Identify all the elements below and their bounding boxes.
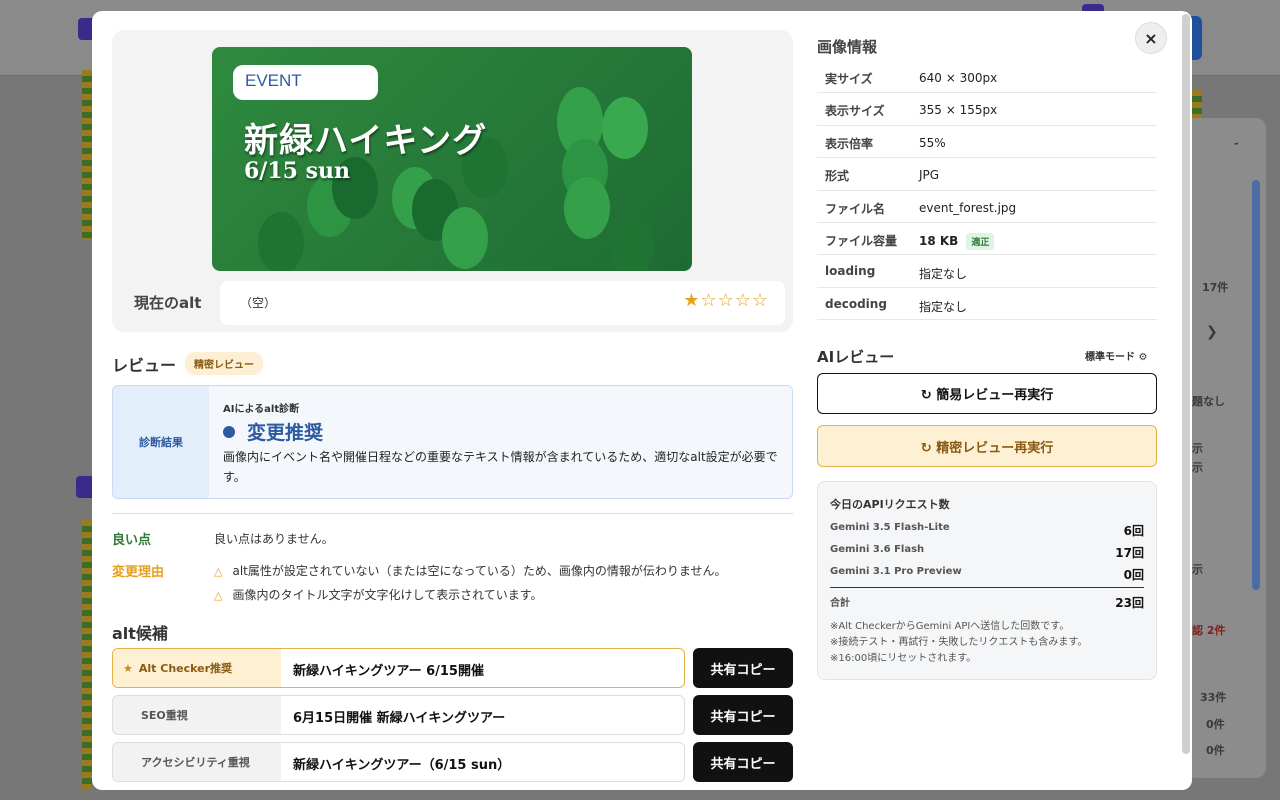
api-usage-panel: 今日のAPIリクエスト数 Gemini 3.5 Flash-Lite 6回 Gem… — [817, 481, 1157, 680]
backdrop-chevron-icon: ❯ — [1206, 324, 1218, 340]
candidate-value: 新緑ハイキングツアー 6/15開催 — [293, 664, 484, 679]
current-alt-box: （空） ★☆☆☆☆ — [220, 281, 785, 325]
backdrop-count: 33件 — [1200, 691, 1227, 704]
backdrop-scrollbar — [1252, 180, 1260, 590]
backdrop-text: 示 — [1192, 563, 1203, 576]
alt-candidate-recommended[interactable]: ★ Alt Checker推奨 新緑ハイキングツアー 6/15開催 — [112, 648, 685, 688]
backdrop-text: 示 — [1192, 442, 1203, 455]
image-preview-panel: EVENT 新緑ハイキング 6/15 sun 現在のalt （空） ★☆☆☆☆ — [112, 30, 793, 332]
close-button[interactable]: × — [1135, 22, 1167, 54]
backdrop-strip — [1192, 90, 1202, 120]
info-row: ファイル名 event_forest.jpg — [817, 191, 1157, 223]
precise-review-rerun-button[interactable]: ↻ 精密レビュー再実行 — [817, 425, 1157, 467]
candidate-kind: ★ Alt Checker推奨 — [113, 649, 281, 687]
change-reason-label: 変更理由 — [112, 565, 165, 580]
candidate-value: 6月15日開催 新緑ハイキングツアー — [293, 711, 506, 726]
diagnosis-side-label: 診断結果 — [113, 386, 209, 498]
diagnosis-result: 変更推奨 — [223, 418, 323, 445]
warning-triangle-icon: △ — [214, 589, 223, 602]
backdrop-minus: - — [1234, 137, 1239, 150]
banner-tag: EVENT — [233, 65, 378, 100]
rating-stars-icon: ★☆☆☆☆ — [683, 290, 769, 311]
copy-button[interactable]: 共有コピー — [693, 648, 793, 688]
api-usage-title: 今日のAPIリクエスト数 — [830, 498, 950, 511]
image-detail-modal: × EVENT 新緑ハイキング 6/15 sun 現在のalt （空） ★☆☆☆… — [92, 11, 1192, 790]
banner-title: 新緑ハイキング — [244, 121, 488, 161]
diagnosis-result-text: 変更推奨 — [247, 422, 324, 444]
image-info-title: 画像情報 — [817, 38, 878, 56]
diagnosis-box: 診断結果 AIによるalt診断 変更推奨 画像内にイベント名や開催日程などの重要… — [112, 385, 793, 499]
api-notes: ※Alt CheckerからGemini APIへ送信した回数です。 ※接続テス… — [830, 621, 1088, 664]
size-ok-badge: 適正 — [966, 232, 995, 250]
banner-date: 6/15 sun — [244, 158, 350, 184]
candidate-kind: SEO重視 — [113, 696, 281, 734]
backdrop-count: 0件 — [1206, 744, 1225, 757]
reason-item: △ 画像内のタイトル文字が文字化けして表示されています。 — [214, 588, 543, 602]
info-row: 実サイズ 640 × 300px — [817, 61, 1157, 94]
api-row: Gemini 3.5 Flash-Lite 6回 — [830, 522, 1144, 538]
ai-review-title: AIレビュー — [817, 348, 895, 366]
api-divider — [830, 587, 1144, 588]
diagnosis-message: 画像内にイベント名や開催日程などの重要なテキスト情報が含まれているため、適切なa… — [223, 450, 778, 484]
info-row: ファイル容量 18 KB 適正 — [817, 223, 1157, 256]
api-total-row: 合計 23回 — [830, 596, 1144, 610]
copy-button[interactable]: 共有コピー — [693, 695, 793, 735]
current-alt-value: （空） — [240, 296, 277, 310]
warning-triangle-icon: △ — [214, 565, 223, 578]
review-title: レビュー — [112, 356, 177, 375]
candidate-value: 新緑ハイキングツアー（6/15 sun） — [293, 758, 511, 773]
current-alt-label: 現在のalt — [134, 294, 202, 312]
backdrop-count: 17件 — [1202, 281, 1229, 294]
review-mode-badge: 精密レビュー — [185, 352, 263, 375]
backdrop-text: 題なし — [1192, 395, 1225, 408]
divider — [112, 513, 793, 514]
status-dot-icon — [223, 425, 235, 438]
review-mode-toggle[interactable]: 標準モード ⚙ — [1085, 348, 1147, 363]
copy-button[interactable]: 共有コピー — [693, 742, 793, 782]
info-row: 表示サイズ 355 × 155px — [817, 93, 1157, 126]
api-row: Gemini 3.1 Pro Preview 0回 — [830, 566, 1144, 582]
backdrop-text: 認 2件 — [1192, 624, 1226, 637]
diagnosis-by: AIによるalt診断 — [223, 404, 300, 415]
alt-candidates-title: alt候補 — [112, 624, 168, 643]
quick-review-rerun-button[interactable]: ↻ 簡易レビュー再実行 — [817, 373, 1157, 414]
star-icon: ★ — [123, 661, 133, 675]
alt-candidate-accessibility[interactable]: アクセシビリティ重視 新緑ハイキングツアー（6/15 sun） — [112, 742, 685, 782]
candidate-kind: アクセシビリティ重視 — [113, 743, 281, 781]
good-points-label: 良い点 — [112, 533, 152, 548]
backdrop-strip — [82, 70, 92, 240]
backdrop-text: 示 — [1192, 461, 1203, 474]
image-info-table: 実サイズ 640 × 300px 表示サイズ 355 × 155px 表示倍率 55%… — [817, 61, 1157, 321]
backdrop-count: 0件 — [1206, 718, 1225, 731]
modal-scrollbar[interactable] — [1182, 14, 1190, 754]
api-row: Gemini 3.6 Flash 17回 — [830, 544, 1144, 560]
banner-image: EVENT 新緑ハイキング 6/15 sun — [212, 47, 692, 271]
alt-candidate-seo[interactable]: SEO重視 6月15日開催 新緑ハイキングツアー — [112, 695, 685, 735]
info-row: loading 指定なし — [817, 255, 1157, 288]
info-row: decoding 指定なし — [817, 288, 1157, 321]
close-icon: × — [1144, 28, 1158, 48]
reason-item: △ alt属性が設定されていない（または空になっている）ため、画像内の情報が伝わり… — [214, 564, 727, 578]
info-row: 形式 JPG — [817, 158, 1157, 191]
backdrop-strip — [82, 520, 92, 790]
info-row: 表示倍率 55% — [817, 126, 1157, 159]
good-points-text: 良い点はありません。 — [214, 532, 334, 546]
